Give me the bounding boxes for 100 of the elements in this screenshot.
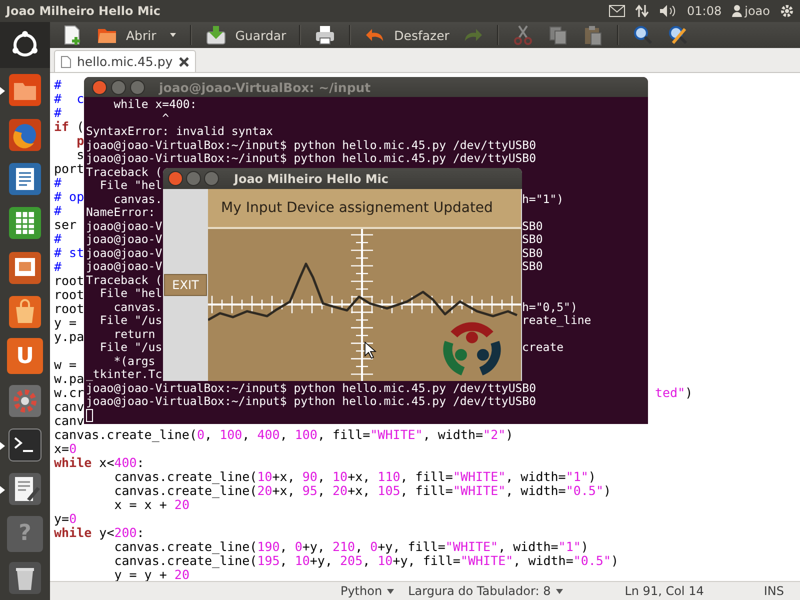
terminal-line: joao@joao-VirtualBox:~/input$ python hello.mic.45.py /dev/ttyUSB0 xyxy=(86,152,536,166)
maximize-button[interactable] xyxy=(204,171,219,186)
terminal-line: while x=400: xyxy=(112,98,197,112)
code-line: # xyxy=(54,176,62,190)
folder-icon[interactable] xyxy=(7,72,43,108)
minimize-button[interactable] xyxy=(111,80,126,94)
code-line: root xyxy=(54,288,84,302)
terminal-line: File "/us xyxy=(98,314,162,328)
terminal-line: SB0 xyxy=(522,260,543,274)
code-line: ser xyxy=(54,218,77,232)
user-name[interactable]: joao xyxy=(744,4,770,18)
code-line: canvas.create_line(195, 10+y, 205, 10+y, fill="WHITE", width="0.5") xyxy=(113,554,619,568)
gear-icon[interactable] xyxy=(7,382,43,419)
code-line: while y<200: xyxy=(54,526,144,540)
tab-label[interactable]: hello.mic.45.py xyxy=(77,54,173,69)
close-icon[interactable] xyxy=(178,56,189,66)
terminal-line: Traceback ( xyxy=(86,274,162,287)
text-editor-icon[interactable] xyxy=(7,471,43,508)
copy-icon xyxy=(547,24,570,46)
document-icon[interactable] xyxy=(7,161,43,198)
code-line: canvas.create_line(20+x, 95, 20+x, 105, fill="WHITE", width="0.5") xyxy=(113,484,612,498)
search-icon xyxy=(632,24,654,46)
caret-icon xyxy=(556,588,563,594)
code-line: canv xyxy=(54,400,84,414)
shopping-bag-icon[interactable] xyxy=(7,294,43,330)
terminal-line: joao@joao-V xyxy=(86,233,162,246)
code-line: canvas.create_line(190, 0+y, 210, 0+y, fill="WHITE", width="1") xyxy=(114,540,588,554)
clock-text[interactable]: 01:08 xyxy=(687,4,722,18)
terminal-line: ^ xyxy=(161,112,170,125)
code-line: canvas.create_line(10+x, 90, 10+x, 110, fill="WHITE", width="1") xyxy=(113,470,596,484)
terminal-icon[interactable] xyxy=(7,426,43,463)
tab-width-selector[interactable]: Largura do Tabulador: 8 xyxy=(408,584,563,598)
terminal-line: joao@joao-V xyxy=(86,260,162,274)
code-line: w.pa xyxy=(54,372,84,386)
save-icon xyxy=(205,24,228,46)
terminal-line: SB0 xyxy=(522,233,543,246)
code-line: x = x + 20 xyxy=(113,498,190,512)
close-button[interactable] xyxy=(92,80,107,94)
code-line: # xyxy=(54,78,62,92)
save-button[interactable]: Guardar xyxy=(200,23,292,47)
code-line: canv xyxy=(54,414,84,428)
scissors-icon xyxy=(512,24,534,46)
terminal-line: canvas. xyxy=(112,300,162,314)
terminal-line: File "hel xyxy=(98,179,162,192)
terminal-line: h="0,5") xyxy=(522,300,578,314)
cursor-position: Ln 91, Col 14 xyxy=(624,584,704,598)
maximize-button[interactable] xyxy=(130,80,145,94)
terminal-line: Traceback ( xyxy=(86,166,162,179)
caret-icon xyxy=(169,31,178,39)
code-line: p xyxy=(76,134,84,148)
minimize-button[interactable] xyxy=(186,171,201,186)
terminal-line: *(args xyxy=(112,354,156,368)
code-line: y.pa xyxy=(54,330,84,344)
code-line: y=0 xyxy=(54,512,77,526)
user-icon[interactable] xyxy=(732,5,742,17)
code-line: canvas.create_line(0, 100, 400, 100, fill="WHITE", width="2") xyxy=(54,428,514,442)
code-line: while x<400: xyxy=(54,456,144,470)
terminal-line: joao@joao-VirtualBox:~/input$ python hello.mic.45.py /dev/ttyUSB0 xyxy=(86,395,536,408)
network-icon[interactable] xyxy=(635,4,650,18)
terminal-line: SB0 xyxy=(522,220,543,233)
terminal-line: File "hel xyxy=(98,287,162,300)
terminal-line: joao@joao-VirtualBox:~/input$ python hello.mic.45.py /dev/ttyUSB0 xyxy=(86,382,536,395)
heading-text: My Input Device assignement Updated xyxy=(221,200,493,216)
terminal-line: return xyxy=(112,328,156,341)
code-line: root xyxy=(54,302,84,316)
code-line: w.cr xyxy=(54,386,84,400)
presentation-icon[interactable] xyxy=(7,250,43,286)
close-button[interactable] xyxy=(168,171,183,186)
terminal-line: joao@joao-V xyxy=(86,220,162,233)
terminal-line: reate_line xyxy=(522,314,592,328)
mouse-pointer-icon xyxy=(364,341,377,359)
undo-button[interactable]: Desfazer xyxy=(359,23,454,47)
window-title: Joao Milheiro Hello Mic xyxy=(234,172,389,186)
code-line: # xyxy=(54,204,62,218)
globe-icon[interactable] xyxy=(7,116,43,153)
gear-icon[interactable] xyxy=(780,4,794,18)
language-selector[interactable]: Python xyxy=(340,584,394,598)
spreadsheet-icon[interactable] xyxy=(7,205,43,242)
terminal-line: File "/us xyxy=(98,341,162,354)
terminal-line: joao@joao-VirtualBox:~/input$ python hello.mic.45.py /dev/ttyUSB0 xyxy=(86,138,536,152)
terminal-line: h="1") xyxy=(522,192,564,206)
open-button[interactable]: Abrir xyxy=(91,23,162,47)
code-line: # c xyxy=(54,92,84,106)
insert-mode: INS xyxy=(764,584,784,598)
terminal-title: joao@joao-VirtualBox: ~/input xyxy=(159,80,371,94)
code-line: ted") xyxy=(655,386,693,400)
file-icon xyxy=(61,56,71,68)
code-line: s xyxy=(76,148,84,162)
code-line: y = xyxy=(54,316,77,330)
terminal-line: create xyxy=(522,341,564,354)
printer-icon xyxy=(314,24,336,46)
code-line: if ( xyxy=(54,120,84,134)
code-line: x=0 xyxy=(54,442,77,456)
volume-icon[interactable] xyxy=(659,4,678,18)
trash-icon[interactable] xyxy=(7,560,43,596)
mail-icon[interactable] xyxy=(609,5,626,17)
code-line: # xyxy=(54,106,62,120)
code-line: root xyxy=(54,274,84,288)
file-tab[interactable]: hello.mic.45.py xyxy=(54,50,196,72)
terminal-line: SyntaxError: invalid syntax xyxy=(86,125,273,138)
